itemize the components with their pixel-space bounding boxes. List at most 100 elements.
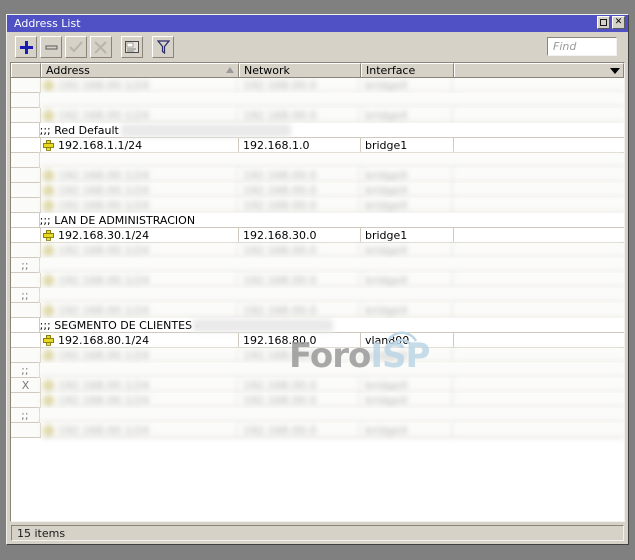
find-container: Find — [547, 37, 617, 56]
row-extra-cell — [454, 183, 624, 198]
table-row[interactable]: 192.168.00.1/24 192.168.00.0 bridgeX — [11, 423, 624, 438]
row-network-cell: 192.168.00.0 — [239, 243, 361, 258]
table-row[interactable]: 192.168.00.1/24 192.168.00.0 bridgeX — [11, 243, 624, 258]
maximize-icon — [600, 19, 607, 26]
row-address-cell: 192.168.00.1/24 — [41, 183, 239, 198]
row-address-cell: 192.168.00.1/24 — [41, 243, 239, 258]
table-comment-row[interactable]: ;; — [11, 363, 624, 378]
table-comment-row[interactable]: ;;; Red Default — [11, 123, 624, 138]
table-row[interactable]: 192.168.30.1/24 192.168.30.0 bridge1 — [11, 228, 624, 243]
row-flags-cell — [11, 423, 41, 438]
search-input[interactable]: Find — [547, 37, 617, 56]
row-address-cell: 192.168.1.1/24 — [41, 138, 239, 153]
table-comment-row[interactable]: ;;; LAN DE ADMINISTRACION — [11, 213, 624, 228]
row-interface-cell: bridgeX — [361, 303, 454, 318]
address-cross-icon — [43, 139, 54, 151]
row-address-cell: 192.168.00.1/24 — [41, 198, 239, 213]
row-interface-cell: vlan800 — [361, 333, 454, 348]
row-network-cell: 192.168.00.0 — [239, 168, 361, 183]
row-interface-cell: bridge1 — [361, 138, 454, 153]
maximize-button[interactable] — [597, 16, 610, 29]
row-address-text: 192.168.00.1/24 — [58, 198, 150, 212]
table-row[interactable]: X 192.168.00.1/24 192.168.00.0 bridgeX — [11, 378, 624, 393]
table-comment-row[interactable]: ;; — [11, 408, 624, 423]
row-extra-cell — [454, 423, 624, 438]
table-row[interactable]: 192.168.00.1/24 192.168.00.0 bridgeX — [11, 198, 624, 213]
add-button[interactable] — [15, 36, 37, 58]
table-row[interactable]: 192.168.80.1/24 192.168.80.0 vlan800 — [11, 333, 624, 348]
comment-button[interactable] — [121, 36, 143, 58]
filter-button[interactable] — [152, 36, 174, 58]
column-header-interface[interactable]: Interface — [361, 63, 454, 77]
table-row[interactable]: 192.168.00.1/24 192.168.00.0 bridgeX — [11, 273, 624, 288]
row-address-text: 192.168.00.1/24 — [58, 423, 150, 437]
row-network-cell: 192.168.00.0 — [239, 378, 361, 393]
row-interface-cell: bridgeX — [361, 198, 454, 213]
row-address-cell: 192.168.00.1/24 — [41, 303, 239, 318]
row-comment-cell — [39, 258, 624, 273]
row-interface-cell: bridgeX — [361, 78, 454, 93]
column-header-address[interactable]: Address — [41, 63, 239, 77]
row-network-cell: 192.168.30.0 — [239, 228, 361, 243]
redaction-overlay — [121, 124, 291, 137]
row-comment-cell — [39, 153, 624, 168]
row-flags-cell — [11, 153, 40, 168]
row-flags-cell — [11, 123, 40, 138]
row-extra-cell — [454, 108, 624, 123]
row-extra-cell — [454, 243, 624, 258]
row-address-cell: 192.168.80.1/24 — [41, 333, 239, 348]
table-comment-row[interactable]: ;; — [11, 288, 624, 303]
row-address-cell: 192.168.00.1/24 — [41, 168, 239, 183]
redaction-overlay — [193, 319, 333, 332]
row-flags-cell — [11, 318, 40, 333]
table-comment-row[interactable]: ;;; SEGMENTO DE CLIENTES - — [11, 318, 624, 333]
column-header-network[interactable]: Network — [239, 63, 361, 77]
row-address-text: 192.168.00.1/24 — [58, 303, 150, 317]
column-header-extra[interactable] — [454, 63, 624, 77]
row-network-cell: 192.168.00.0 — [239, 393, 361, 408]
row-interface-cell: bridgeX — [361, 378, 454, 393]
search-placeholder: Find — [553, 40, 577, 53]
table-row[interactable]: 192.168.00.1/24 192.168.00.0 bridgeX — [11, 108, 624, 123]
row-address-text: 192.168.00.1/24 — [58, 393, 150, 407]
window-titlebar[interactable]: Address List ✕ — [7, 15, 628, 32]
row-flags-cell — [11, 78, 41, 93]
column-header-flags[interactable] — [11, 63, 41, 77]
statusbar: 15 items — [7, 522, 628, 544]
table-row[interactable]: 192.168.1.1/24 192.168.1.0 bridge1 — [11, 138, 624, 153]
table-row[interactable]: 192.168.00.1/24 192.168.00.0 bridgeX — [11, 78, 624, 93]
comment-icon — [125, 41, 139, 53]
row-network-cell: 192.168.00.0 — [239, 78, 361, 93]
table-comment-row[interactable]: ;; — [11, 258, 624, 273]
row-network-cell: 192.168.1.0 — [239, 138, 361, 153]
row-flags-cell — [11, 183, 41, 198]
row-flags-cell — [11, 303, 41, 318]
row-address-cell: 192.168.00.1/24 — [41, 108, 239, 123]
address-cross-icon — [43, 274, 54, 286]
row-flags-cell — [11, 273, 41, 288]
row-address-text: 192.168.00.1/24 — [58, 168, 150, 182]
table-row[interactable]: 192.168.00.1/24 192.168.00.0 bridgeX — [11, 303, 624, 318]
disable-button[interactable] — [90, 36, 112, 58]
row-address-text: 192.168.00.1/24 — [58, 243, 150, 257]
row-extra-cell — [454, 393, 624, 408]
table-row[interactable]: 192.168.00.1/24 192.168.00.0 bridgeX — [11, 348, 624, 363]
close-button[interactable]: ✕ — [612, 16, 625, 29]
table-row[interactable]: 192.168.00.1/24 192.168.00.0 bridgeX — [11, 168, 624, 183]
window-title: Address List — [14, 17, 81, 30]
table-comment-row[interactable] — [11, 93, 624, 108]
table-row[interactable]: 192.168.00.1/24 192.168.00.0 bridgeX — [11, 393, 624, 408]
table-row[interactable]: 192.168.00.1/24 192.168.00.0 bridgeX — [11, 183, 624, 198]
enable-button[interactable] — [65, 36, 87, 58]
row-flags-cell — [11, 93, 40, 108]
row-flags-cell — [11, 393, 41, 408]
row-network-cell: 192.168.00.0 — [239, 183, 361, 198]
row-comment-cell — [39, 288, 624, 303]
row-address-text: 192.168.00.1/24 — [58, 78, 150, 92]
minus-icon — [45, 41, 58, 54]
row-address-cell: 192.168.00.1/24 — [41, 393, 239, 408]
table-comment-row[interactable] — [11, 153, 624, 168]
remove-button[interactable] — [40, 36, 62, 58]
address-cross-icon — [43, 229, 54, 241]
chevron-down-icon — [610, 68, 620, 74]
